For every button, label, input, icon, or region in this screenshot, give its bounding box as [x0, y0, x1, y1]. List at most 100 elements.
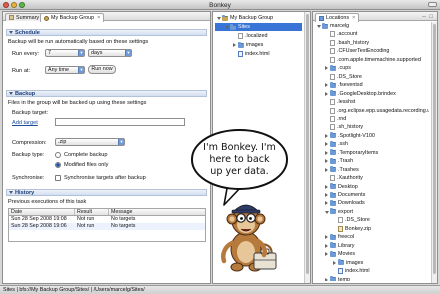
schedule-section-header[interactable]: Schedule: [6, 29, 207, 36]
modified-files-radio[interactable]: [55, 162, 61, 168]
group-icon: [222, 14, 228, 21]
table-row[interactable]: Sun 28 Sep 2008 19:08 Not run No targets: [9, 216, 205, 223]
tree-item[interactable]: .ssh: [315, 140, 429, 148]
collapsed-triangle-icon[interactable]: [324, 277, 329, 281]
tree-item[interactable]: temp: [315, 276, 429, 281]
collapse-triangle-icon: [9, 31, 13, 34]
tree-item[interactable]: Documents: [315, 191, 429, 199]
html-icon: [338, 268, 343, 275]
status-path: Sites | bfs://My Backup Group/Sites/ | /…: [3, 287, 145, 293]
tree-item[interactable]: .cups: [315, 64, 429, 72]
tree-item[interactable]: Sites: [215, 23, 302, 31]
collapsed-triangle-icon[interactable]: [324, 142, 329, 147]
tree-item[interactable]: .org.eclipse.epp.usagedata.recording.usa: [315, 107, 429, 115]
backup-group-editor: Summary My Backup Group × Schedule Backu…: [2, 11, 211, 284]
collapsed-triangle-icon[interactable]: [324, 91, 329, 96]
tab-locations[interactable]: Locations ×: [315, 13, 360, 22]
tree-item[interactable]: .DS_Store: [315, 73, 429, 81]
complete-backup-radio[interactable]: [55, 152, 61, 158]
tree-item[interactable]: index.html: [315, 267, 429, 275]
tree-item[interactable]: .sh_history: [315, 123, 429, 131]
collapsed-triangle-icon[interactable]: [324, 201, 329, 206]
tree-item[interactable]: Downloads: [315, 199, 429, 207]
collapsed-triangle-icon[interactable]: [324, 159, 329, 164]
tree-item[interactable]: .lesshst: [315, 98, 429, 106]
tree-item[interactable]: export: [315, 208, 429, 216]
run-at-select[interactable]: Any time ▼: [45, 66, 85, 74]
collapsed-triangle-icon[interactable]: [332, 260, 337, 265]
tree-item[interactable]: .TemporaryItems: [315, 149, 429, 157]
tree-item[interactable]: .fseventsd: [315, 81, 429, 89]
run-every-select[interactable]: 7 ▼: [45, 49, 85, 57]
add-target-link[interactable]: Add target: [12, 120, 38, 126]
tree-item[interactable]: Library: [315, 242, 429, 250]
close-tab-icon[interactable]: ×: [97, 15, 100, 21]
tree-item[interactable]: .Spotlight-V100: [315, 132, 429, 140]
expanded-triangle-icon[interactable]: [224, 25, 229, 30]
tree-item-label: .TemporaryItems: [338, 149, 379, 156]
tree-item[interactable]: .Trash: [315, 157, 429, 165]
collapsed-triangle-icon[interactable]: [324, 184, 329, 189]
collapsed-triangle-icon[interactable]: [324, 83, 329, 88]
backup-target-field[interactable]: [55, 118, 185, 126]
tab-summary[interactable]: Summary: [5, 13, 44, 21]
toolbar-toggle-button[interactable]: [428, 2, 437, 7]
expanded-triangle-icon[interactable]: [216, 16, 221, 21]
collapsed-triangle-icon[interactable]: [324, 167, 329, 172]
column-header-result[interactable]: Result: [75, 209, 109, 215]
backup-header-label: Backup: [15, 90, 36, 97]
tree-item[interactable]: .rnd: [315, 115, 429, 123]
folder-icon: [330, 149, 336, 156]
tree-item[interactable]: .localized: [215, 32, 302, 40]
expanded-triangle-icon[interactable]: [324, 209, 329, 214]
locations-scrollbar[interactable]: [431, 22, 437, 283]
collapsed-triangle-icon[interactable]: [324, 193, 329, 198]
tree-item[interactable]: Movies: [315, 250, 429, 258]
tree-item-label: freecol: [338, 234, 355, 241]
collapsed-triangle-icon[interactable]: [232, 43, 237, 48]
tree-item[interactable]: index.html: [215, 50, 302, 58]
column-header-message[interactable]: Message: [109, 209, 205, 215]
tree-scrollbar-thumb[interactable]: [306, 14, 309, 274]
collapsed-triangle-icon[interactable]: [324, 150, 329, 155]
tree-item[interactable]: .bash_history: [315, 39, 429, 47]
tree-item[interactable]: images: [215, 41, 302, 49]
tree-item[interactable]: .account: [315, 30, 429, 38]
expanded-triangle-icon[interactable]: [316, 24, 321, 29]
tree-item[interactable]: marcelg: [315, 22, 429, 30]
maximize-view-icon[interactable]: □: [428, 14, 434, 20]
backup-section-header[interactable]: Backup: [6, 90, 207, 97]
run-every-unit-select[interactable]: days ▼: [88, 49, 132, 57]
tree-item-label: .GoogleDesktop.brindex: [338, 90, 396, 97]
collapsed-triangle-icon[interactable]: [324, 133, 329, 138]
tree-item[interactable]: freecol: [315, 233, 429, 241]
table-row[interactable]: Sun 28 Sep 2008 19:06 Not run No targets: [9, 223, 205, 230]
column-header-date[interactable]: Date: [9, 209, 75, 215]
tab-my-backup-group[interactable]: My Backup Group ×: [40, 13, 105, 22]
history-section-header[interactable]: History: [6, 189, 207, 196]
collapsed-triangle-icon[interactable]: [324, 252, 329, 257]
minimize-view-icon[interactable]: –: [421, 14, 427, 20]
tree-item[interactable]: Bonkey.zip: [315, 225, 429, 233]
compression-select[interactable]: .zip ▼: [55, 138, 125, 146]
file-icon: [330, 39, 335, 46]
close-tab-icon[interactable]: ×: [352, 15, 355, 21]
collapsed-triangle-icon[interactable]: [324, 243, 329, 248]
synchronise-checkbox[interactable]: [55, 175, 61, 181]
collapsed-triangle-icon[interactable]: [324, 66, 329, 71]
collapsed-triangle-icon[interactable]: [324, 235, 329, 240]
tree-item[interactable]: images: [315, 259, 429, 267]
tree-item[interactable]: .Xauthority: [315, 174, 429, 182]
locations-scrollbar-thumb[interactable]: [433, 24, 436, 274]
tree-scrollbar[interactable]: [304, 12, 310, 283]
tree-item[interactable]: .com.apple.timemachine.supported: [315, 56, 429, 64]
run-now-button[interactable]: Run now: [88, 65, 116, 74]
modified-files-label: Modified files only: [64, 162, 109, 168]
tree-item[interactable]: .Trashes: [315, 166, 429, 174]
tree-item[interactable]: .GoogleDesktop.brindex: [315, 90, 429, 98]
tree-item[interactable]: .CFUserTextEncoding: [315, 47, 429, 55]
tree-item[interactable]: Desktop: [315, 183, 429, 191]
tree-item[interactable]: .DS_Store: [315, 216, 429, 224]
tree-item[interactable]: My Backup Group: [215, 14, 302, 22]
